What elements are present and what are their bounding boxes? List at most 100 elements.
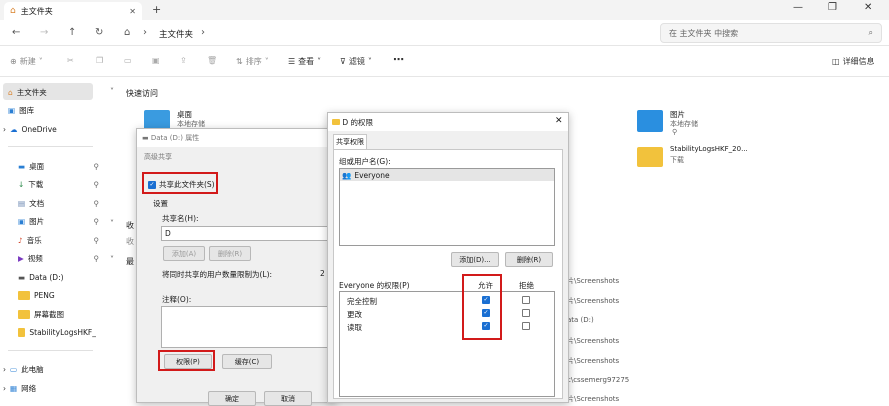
paste-icon[interactable]: ▭ xyxy=(124,56,132,65)
new-label: 新建 xyxy=(19,57,36,66)
recent-path: 片\Screenshots xyxy=(567,337,620,345)
sidebar-item-music[interactable]: ♪ 音乐 ⚲ xyxy=(18,232,111,248)
chevron-right-icon: › xyxy=(201,27,205,38)
sidebar-item-documents[interactable]: ▤ 文档 ⚲ xyxy=(18,195,111,211)
deny-full-control-checkbox[interactable] xyxy=(522,296,530,304)
sidebar-item-screenshots[interactable]: 屏幕截图 xyxy=(18,306,111,322)
user-limit-value[interactable]: 2 xyxy=(320,269,325,278)
tab-share-permissions[interactable]: 共享权限 xyxy=(333,134,367,149)
share-name-input[interactable]: D xyxy=(161,226,329,241)
maximize-button[interactable]: ❐ xyxy=(828,2,837,13)
chevron-right-icon: › xyxy=(3,383,6,393)
copy-icon[interactable]: ❐ xyxy=(96,56,103,65)
sidebar-item-stabilitylogs[interactable]: StabilityLogsHKF_ xyxy=(18,324,96,340)
breadcrumb-home[interactable]: 主文件夹 xyxy=(159,28,193,40)
sidebar-item-data-drive[interactable]: ▬ Data (D:) xyxy=(18,269,111,285)
document-icon: ▤ xyxy=(18,198,26,208)
folder-icon xyxy=(637,147,663,167)
cancel-button[interactable]: 取消 xyxy=(264,391,312,406)
recent-path: 片\Screenshots xyxy=(567,357,620,365)
divider xyxy=(8,350,93,351)
add-button[interactable]: 添加(A) xyxy=(163,246,205,261)
search-box[interactable]: 在 主文件夹 中搜索 ⌕ xyxy=(660,23,882,43)
add-user-button[interactable]: 添加(D)... xyxy=(451,252,499,267)
perm-row-label: 完全控制 xyxy=(347,297,377,306)
home-icon: ⌂ xyxy=(10,6,16,16)
video-icon: ▶ xyxy=(18,253,24,263)
perm-row-label: 更改 xyxy=(347,310,362,319)
sidebar-item-downloads[interactable]: ↓ 下载 ⚲ xyxy=(18,176,111,192)
cloud-icon: ☁ xyxy=(10,124,18,134)
folder-icon xyxy=(18,327,26,337)
pin-icon: ⚲ xyxy=(93,161,100,171)
cache-button[interactable]: 缓存(C) xyxy=(222,354,272,369)
new-tab-button[interactable]: + xyxy=(152,3,161,16)
close-tab-icon[interactable]: ✕ xyxy=(129,7,136,16)
view-button[interactable]: ☰ 查看 ˅ xyxy=(288,56,321,67)
sidebar-item-network[interactable]: › ▦ 网络 xyxy=(3,380,96,396)
tab-home[interactable]: ⌂ 主文件夹 ✕ xyxy=(4,2,142,20)
group-heading-favorites: 收 xyxy=(126,221,134,230)
chevron-down-icon[interactable]: ˅ xyxy=(110,87,114,96)
sidebar-item-videos[interactable]: ▶ 视频 ⚲ xyxy=(18,250,111,266)
chevron-down-icon[interactable]: ˅ xyxy=(110,255,114,264)
forward-arrow-icon[interactable]: → xyxy=(40,27,48,38)
settings-label: 设置 xyxy=(153,199,168,208)
more-options-icon[interactable]: ⋯ xyxy=(393,53,404,66)
sidebar-item-label: 文档 xyxy=(29,198,45,208)
sidebar-item-peng[interactable]: PENG xyxy=(18,287,111,303)
sidebar-item-label: 网络 xyxy=(21,383,37,393)
sidebar-item-gallery[interactable]: ▣ 图库 xyxy=(8,102,101,118)
remove-button[interactable]: 删除(R) xyxy=(209,246,251,261)
chevron-down-icon: ˅ xyxy=(317,57,322,66)
tile-name: StabilityLogsHKF_20... xyxy=(670,145,748,153)
sidebar-item-label: 图库 xyxy=(19,105,35,115)
sort-icon: ⇅ xyxy=(236,57,243,66)
recent-path: 片\Screenshots xyxy=(567,395,620,403)
search-input[interactable]: 在 主文件夹 中搜索 xyxy=(669,28,738,39)
recent-path: c\cssemerg97275 xyxy=(567,376,630,384)
minimize-button[interactable]: — xyxy=(793,2,803,13)
sidebar-item-label: 桌面 xyxy=(29,161,45,171)
folder-icon xyxy=(18,290,30,300)
sidebar-item-pictures[interactable]: ▣ 图片 ⚲ xyxy=(18,213,111,229)
back-arrow-icon[interactable]: ← xyxy=(12,27,20,38)
rename-icon[interactable]: ▣ xyxy=(152,56,160,65)
sidebar-item-desktop[interactable]: ▬ 桌面 ⚲ xyxy=(18,158,111,174)
details-button[interactable]: ◫ 详细信息 xyxy=(832,56,875,67)
chevron-right-icon: › xyxy=(143,27,147,38)
deny-header: 拒绝 xyxy=(519,281,534,290)
sidebar-item-this-pc[interactable]: › ▭ 此电脑 xyxy=(3,361,96,377)
folder-icon xyxy=(18,309,30,319)
filter-button[interactable]: ⊽ 滤镜 ˅ xyxy=(340,56,372,67)
music-icon: ♪ xyxy=(18,235,23,245)
sidebar-item-onedrive[interactable]: › ☁ OneDrive xyxy=(3,121,96,137)
refresh-icon[interactable]: ↻ xyxy=(95,27,103,38)
ok-button[interactable]: 确定 xyxy=(208,391,256,406)
delete-icon[interactable]: 🗑 xyxy=(207,56,217,65)
sidebar-item-label: Data (D:) xyxy=(29,272,64,282)
pin-icon: ⚲ xyxy=(93,179,100,189)
up-arrow-icon[interactable]: ↑ xyxy=(68,27,76,38)
remove-user-button[interactable]: 删除(R) xyxy=(505,252,553,267)
sidebar-item-label: StabilityLogsHKF_ xyxy=(29,327,96,337)
share-icon[interactable]: ⇪ xyxy=(180,56,187,65)
home-nav-icon[interactable]: ⌂ xyxy=(124,27,130,38)
new-button[interactable]: ⊕ 新建 ˅ xyxy=(10,56,43,67)
sidebar-item-home[interactable]: ⌂ 主文件夹 xyxy=(8,84,101,100)
view-icon: ☰ xyxy=(288,57,296,66)
cut-icon[interactable]: ✂ xyxy=(67,56,74,65)
comment-textarea[interactable] xyxy=(161,306,329,348)
chevron-down-icon[interactable]: ˅ xyxy=(110,219,114,228)
chevron-right-icon: › xyxy=(3,364,6,374)
deny-change-checkbox[interactable] xyxy=(522,309,530,317)
user-limit-label: 将同时共享的用户数量限制为(L): xyxy=(162,270,273,279)
close-icon[interactable]: ✕ xyxy=(555,116,563,126)
dialog-title-text: D 的权限 xyxy=(342,118,374,127)
deny-read-checkbox[interactable] xyxy=(522,322,530,330)
list-item-everyone[interactable]: 👥 Everyone xyxy=(340,169,554,181)
drive-icon: ▬ xyxy=(142,134,151,142)
quick-access-heading: 快速访问 xyxy=(126,89,158,98)
sort-button[interactable]: ⇅ 排序 ˅ xyxy=(236,56,269,67)
close-window-button[interactable]: ✕ xyxy=(864,2,872,13)
